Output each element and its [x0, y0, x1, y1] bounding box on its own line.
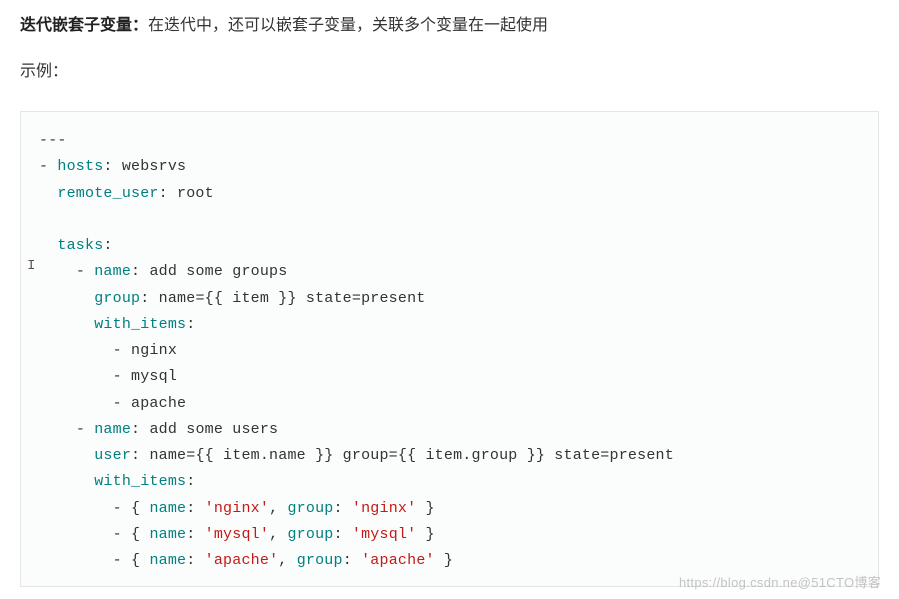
task1-group-key: group [94, 290, 140, 307]
val-remote-user: root [177, 185, 214, 202]
task2-user-key: user [94, 447, 131, 464]
task1-withitems-key: with_items [94, 316, 186, 333]
d2-group-k: group [287, 526, 333, 543]
d3-name-v: 'apache' [205, 552, 279, 569]
heading-rest: 在迭代中，还可以嵌套子变量，关联多个变量在一起使用 [148, 17, 548, 34]
task2-name-key: name [94, 421, 131, 438]
task1-name-val: add some groups [149, 263, 287, 280]
d1-group-k: group [287, 500, 333, 517]
text-cursor-icon: I [27, 258, 35, 274]
watermark-right: @51CTO博客 [798, 575, 881, 590]
task2-withitems-key: with_items [94, 473, 186, 490]
task1-name-key: name [94, 263, 131, 280]
key-tasks: tasks [57, 237, 103, 254]
val-hosts: websrvs [122, 158, 186, 175]
task2-name-val: add some users [149, 421, 278, 438]
d1-name-k: name [149, 500, 186, 517]
task1-item2: mysql [131, 368, 177, 385]
d2-name-k: name [149, 526, 186, 543]
d3-group-v: 'apache' [361, 552, 435, 569]
watermark-left: https://blog.csdn.ne [679, 575, 798, 590]
d2-group-v: 'mysql' [352, 526, 416, 543]
task2-user-val: name={{ item.name }} group={{ item.group… [149, 447, 673, 464]
d1-group-v: 'nginx' [352, 500, 416, 517]
d1-name-v: 'nginx' [205, 500, 269, 517]
heading-bold: 迭代嵌套子变量： [20, 17, 148, 34]
d3-name-k: name [149, 552, 186, 569]
example-label: 示例： [20, 57, 879, 81]
task1-item3: apache [131, 395, 186, 412]
watermark: https://blog.csdn.ne@51CTO博客 [679, 572, 881, 591]
task1-item1: nginx [131, 342, 177, 359]
d2-name-v: 'mysql' [205, 526, 269, 543]
task1-group-val: name={{ item }} state=present [159, 290, 426, 307]
d3-group-k: group [297, 552, 343, 569]
yaml-doc-start: --- [39, 132, 67, 149]
code-block: --- - hosts: websrvs remote_user: root t… [20, 111, 879, 587]
heading-line: 迭代嵌套子变量：在迭代中，还可以嵌套子变量，关联多个变量在一起使用 [20, 12, 879, 39]
key-hosts: hosts [57, 158, 103, 175]
key-remote-user: remote_user [57, 185, 158, 202]
